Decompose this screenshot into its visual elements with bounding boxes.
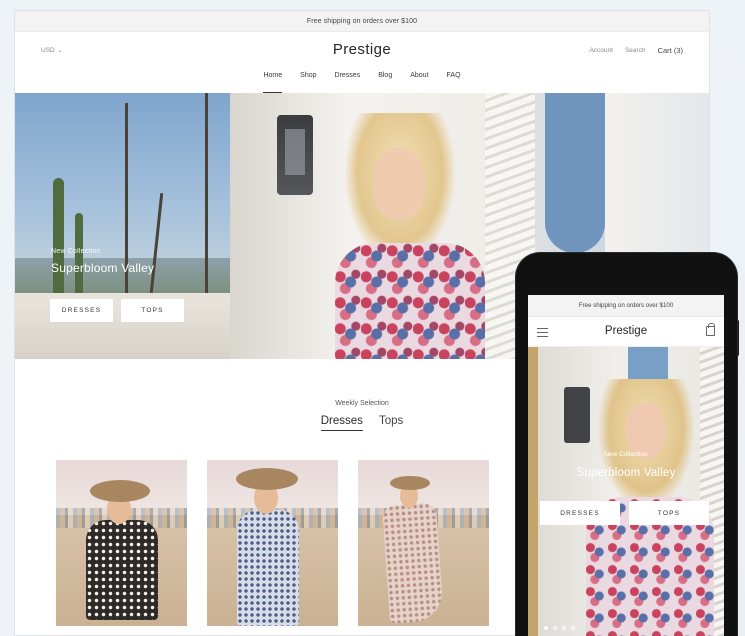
nav-item-faq[interactable]: FAQ	[447, 66, 461, 93]
shopping-bag-icon[interactable]	[706, 323, 715, 336]
mobile-hero-text: New Collection Superbloom Valley	[528, 451, 724, 479]
mobile-hero-banner: New Collection Superbloom Valley DRESSES…	[528, 347, 724, 636]
nav-item-shop[interactable]: Shop	[300, 66, 316, 93]
hero-title: Superbloom Valley	[51, 261, 155, 275]
hero-image-lamp	[277, 115, 313, 195]
product-image-dress	[237, 510, 299, 626]
product-grid	[56, 460, 489, 626]
hero-image-model-face	[373, 148, 425, 220]
hero-text: New Collection Superbloom Valley	[51, 248, 154, 275]
announcement-bar: Free shipping on orders over $100	[15, 11, 709, 32]
search-link[interactable]: Search	[625, 47, 646, 54]
slide-dot[interactable]	[571, 626, 575, 630]
slideshow-dots	[544, 626, 575, 630]
mobile-announcement-text: Free shipping on orders over $100	[578, 302, 674, 309]
mobile-announcement-bar: Free shipping on orders over $100	[528, 295, 724, 317]
hero-image-model-dress	[335, 243, 485, 359]
hero-kicker: New Collection	[51, 248, 101, 255]
hero-dresses-button[interactable]: DRESSES	[50, 299, 113, 322]
mobile-hero-buttons: DRESSES TOPS	[540, 501, 709, 525]
mobile-tops-button[interactable]: TOPS	[629, 501, 709, 525]
hero-tops-button[interactable]: TOPS	[121, 299, 184, 322]
hero-image-arch	[545, 93, 605, 253]
product-image-hat	[236, 468, 298, 490]
product-image-hat	[390, 476, 430, 490]
slide-dot[interactable]	[544, 626, 548, 630]
main-nav: Home Shop Dresses Blog About FAQ	[15, 66, 709, 93]
account-link[interactable]: Account	[589, 47, 613, 54]
nav-item-blog[interactable]: Blog	[378, 66, 392, 93]
product-card[interactable]	[358, 460, 489, 626]
product-card[interactable]	[207, 460, 338, 626]
header-links: Account Search Cart (3)	[589, 46, 683, 55]
product-image-dress	[86, 520, 158, 620]
mobile-header: Prestige	[528, 317, 724, 347]
mobile-dresses-button[interactable]: DRESSES	[540, 501, 620, 525]
mobile-hero-image-column	[528, 347, 538, 636]
mobile-hero-kicker: New Collection	[604, 451, 648, 458]
product-image-hat	[90, 480, 150, 502]
mobile-hero-image-lamp	[564, 387, 590, 443]
slide-dot[interactable]	[562, 626, 566, 630]
product-image-dress	[381, 502, 445, 624]
mobile-hero-title: Superbloom Valley	[576, 467, 676, 479]
nav-item-home[interactable]: Home	[263, 66, 282, 93]
cart-link[interactable]: Cart (3)	[658, 46, 683, 55]
announcement-text: Free shipping on orders over $100	[306, 17, 418, 25]
hero-buttons: DRESSES TOPS	[50, 299, 184, 322]
nav-item-about[interactable]: About	[410, 66, 428, 93]
mobile-screen: Free shipping on orders over $100 Presti…	[528, 295, 724, 636]
page-edge	[0, 0, 14, 636]
mobile-store-logo[interactable]: Prestige	[528, 325, 724, 337]
mobile-device-frame: Free shipping on orders over $100 Presti…	[516, 253, 737, 636]
nav-item-dresses[interactable]: Dresses	[335, 66, 361, 93]
tab-tops[interactable]: Tops	[379, 415, 403, 431]
hero-image-cactus	[53, 178, 64, 298]
product-card[interactable]	[56, 460, 187, 626]
site-header: USD ⌄ Prestige Account Search Cart (3)	[15, 32, 709, 66]
tab-dresses[interactable]: Dresses	[320, 415, 363, 431]
hero-image-palm	[205, 93, 208, 293]
slide-dot[interactable]	[553, 626, 557, 630]
